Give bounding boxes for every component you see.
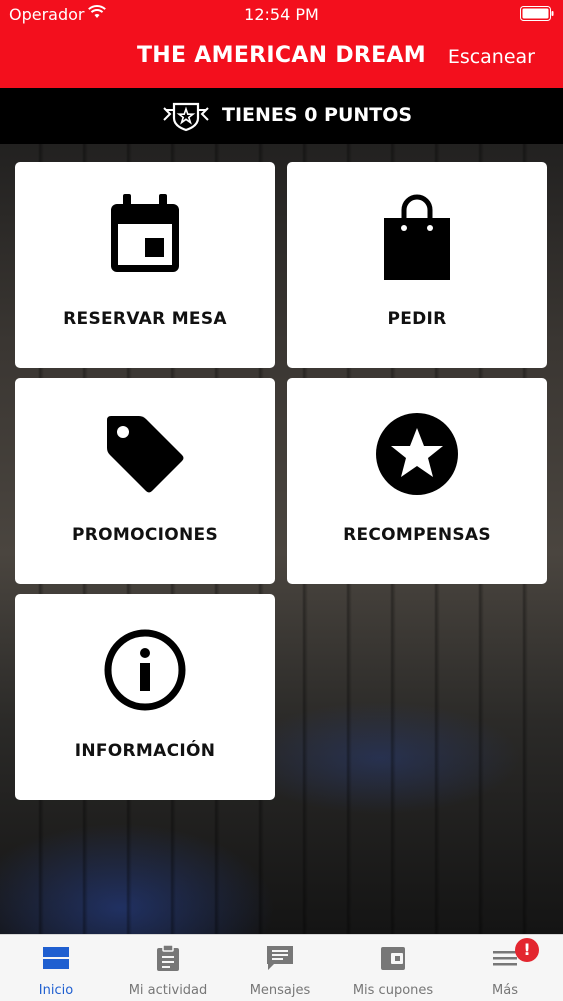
wallet-icon <box>381 947 405 970</box>
tab-label: Mi actividad <box>128 983 208 998</box>
tab-label: Mis cupones <box>352 983 434 998</box>
tab-inicio[interactable]: Inicio <box>0 935 112 1001</box>
message-icon <box>267 946 293 970</box>
shopping-bag-icon <box>384 194 450 280</box>
order-card[interactable]: PEDIR <box>287 162 547 368</box>
status-time: 12:54 PM <box>244 5 319 24</box>
tab-mi-actividad[interactable]: Mi actividad <box>112 935 224 1001</box>
points-label: TIENES 0 PUNTOS <box>222 104 413 126</box>
information-card[interactable]: INFORMACIÓN <box>15 594 275 800</box>
tab-bar: Inicio Mi actividad Mensajes Mis cupones <box>0 934 563 1001</box>
home-icon <box>43 947 69 969</box>
battery-icon <box>520 6 554 21</box>
promotions-card[interactable]: PROMOCIONES <box>15 378 275 584</box>
scan-button[interactable]: Escanear <box>448 46 535 68</box>
top-bar: Operador 12:54 PM THE AMERICAN DREAM Esc… <box>0 0 563 88</box>
tab-label: Inicio <box>38 983 74 998</box>
card-label: PROMOCIONES <box>71 525 218 545</box>
rewards-card[interactable]: RECOMPENSAS <box>287 378 547 584</box>
card-label: INFORMACIÓN <box>74 741 216 761</box>
status-bar: Operador 12:54 PM <box>0 0 563 30</box>
card-label: PEDIR <box>387 309 447 329</box>
tab-mis-cupones[interactable]: Mis cupones <box>337 935 449 1001</box>
star-icon <box>376 413 458 495</box>
notification-badge: ! <box>515 938 539 962</box>
card-label: RECOMPENSAS <box>343 525 491 545</box>
card-label: RESERVAR MESA <box>63 309 227 329</box>
tab-label: Mensajes <box>249 983 311 998</box>
tag-icon <box>107 416 184 493</box>
tab-mas[interactable]: Más <box>449 935 561 1001</box>
badge-star-icon <box>163 102 209 132</box>
calendar-icon <box>111 194 179 272</box>
clipboard-icon <box>157 944 179 971</box>
tab-mensajes[interactable]: Mensajes <box>224 935 336 1001</box>
tab-label: Más <box>492 983 518 998</box>
info-icon <box>104 629 186 711</box>
points-bar: TIENES 0 PUNTOS <box>0 88 563 144</box>
reserve-table-card[interactable]: RESERVAR MESA <box>15 162 275 368</box>
